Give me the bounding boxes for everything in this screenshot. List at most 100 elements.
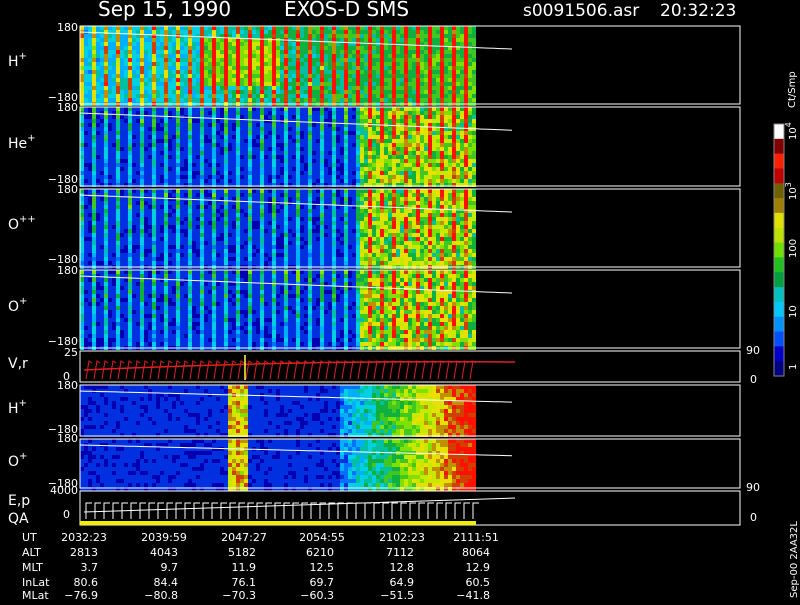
spectrogram-cell: [300, 90, 304, 94]
spectrogram-cell: [244, 131, 248, 135]
spectrogram-cell: [232, 209, 236, 213]
spectrogram-cell: [460, 34, 464, 38]
spectrogram-cell: [160, 249, 164, 253]
spectrogram-cell: [220, 62, 224, 66]
spectrogram-cell: [120, 123, 124, 127]
spectrogram-cell: [272, 107, 276, 111]
spectrogram-cell: [368, 54, 372, 58]
spectrogram-cell: [316, 115, 320, 119]
spectrogram-cell: [92, 82, 96, 86]
spectrogram-cell: [236, 245, 240, 249]
spectrogram-cell: [316, 175, 320, 179]
spectrogram-cell: [128, 241, 132, 245]
spectrogram-cell: [84, 197, 88, 201]
spectrogram-cell: [332, 70, 336, 74]
spectrogram-cell: [160, 115, 164, 119]
spectrogram-cell: [300, 74, 304, 78]
spectrogram-cell: [196, 98, 200, 102]
spectrogram-cell: [88, 78, 92, 82]
spectrogram-cell: [332, 42, 336, 46]
spectrogram-cell: [464, 98, 468, 102]
spectrogram-cell: [104, 115, 108, 119]
spectrogram-cell: [176, 38, 180, 42]
spectrogram-cell: [392, 163, 396, 167]
spectrogram-cell: [440, 115, 444, 119]
spectrogram-cell: [472, 94, 476, 98]
spectrogram-cell: [140, 167, 144, 171]
spectrogram-cell: [360, 94, 364, 98]
spectrogram-cell: [344, 163, 348, 167]
spectrogram-cell: [472, 107, 476, 111]
spectrogram-cell: [240, 74, 244, 78]
spectrogram-cell: [348, 139, 352, 143]
spectrogram-cell: [184, 139, 188, 143]
spectrogram-cell: [160, 257, 164, 261]
spectrogram-cell: [232, 26, 236, 30]
spectrogram-cell: [200, 209, 204, 213]
spectrogram-cell: [388, 151, 392, 155]
spectrogram-cell: [272, 175, 276, 179]
spectrogram-cell: [408, 98, 412, 102]
spectrogram-cell: [180, 171, 184, 175]
spectrogram-cell: [212, 98, 216, 102]
spectrogram-cell: [136, 163, 140, 167]
spectrogram-cell: [356, 179, 360, 183]
spectrogram-cell: [468, 34, 472, 38]
spectrogram-cell: [252, 135, 256, 139]
spectrogram-cell: [216, 58, 220, 62]
spectrogram-cell: [264, 167, 268, 171]
spectrogram-cell: [176, 253, 180, 257]
spectrogram-cell: [376, 26, 380, 30]
spectrogram-cell: [148, 127, 152, 131]
spectrogram-cell: [364, 94, 368, 98]
spectrogram-cell: [228, 205, 232, 209]
spectrogram-cell: [180, 189, 184, 193]
spectrogram-cell: [128, 90, 132, 94]
spectrogram-cell: [120, 253, 124, 257]
spectrogram-cell: [144, 179, 148, 183]
spectrogram-cell: [468, 62, 472, 66]
spectrogram-cell: [204, 42, 208, 46]
spectrogram-cell: [148, 225, 152, 229]
spectrogram-cell: [436, 58, 440, 62]
spectrogram-cell: [392, 135, 396, 139]
spectrogram-cell: [112, 62, 116, 66]
spectrogram-cell: [452, 82, 456, 86]
spectrogram-cell: [468, 58, 472, 62]
spectrogram-cell: [356, 171, 360, 175]
spectrogram-cell: [452, 26, 456, 30]
spectrogram-cell: [296, 86, 300, 90]
spectrogram-cell: [388, 143, 392, 147]
spectrogram-cell: [144, 147, 148, 151]
spectrogram-cell: [284, 143, 288, 147]
spectrogram-cell: [216, 147, 220, 151]
spectrogram-cell: [100, 30, 104, 34]
spectrogram-cell: [112, 163, 116, 167]
spectrogram-cell: [160, 74, 164, 78]
spectrogram-cell: [448, 111, 452, 115]
spectrogram-cell: [120, 213, 124, 217]
spectrogram-cell: [108, 189, 112, 193]
spectrogram-cell: [200, 94, 204, 98]
spectrogram-cell: [284, 135, 288, 139]
spectrogram-cell: [128, 171, 132, 175]
spectrogram-cell: [116, 261, 120, 265]
spectrogram-cell: [260, 86, 264, 90]
spectrogram-cell: [452, 163, 456, 167]
spectrogram-cell: [256, 70, 260, 74]
spectrogram-cell: [104, 34, 108, 38]
spectrogram-cell: [232, 127, 236, 131]
spectrogram-cell: [404, 135, 408, 139]
spectrogram-cell: [120, 98, 124, 102]
spectrogram-cell: [84, 209, 88, 213]
spectrogram-cell: [300, 86, 304, 90]
spectrogram-cell: [308, 159, 312, 163]
spectrogram-cell: [208, 42, 212, 46]
spectrogram-cell: [464, 66, 468, 70]
spectrogram-cell: [348, 62, 352, 66]
spectrogram-cell: [268, 54, 272, 58]
spectrogram-cell: [408, 163, 412, 167]
spectrogram-cell: [428, 107, 432, 111]
spectrogram-cell: [204, 30, 208, 34]
spectrogram-cell: [296, 167, 300, 171]
